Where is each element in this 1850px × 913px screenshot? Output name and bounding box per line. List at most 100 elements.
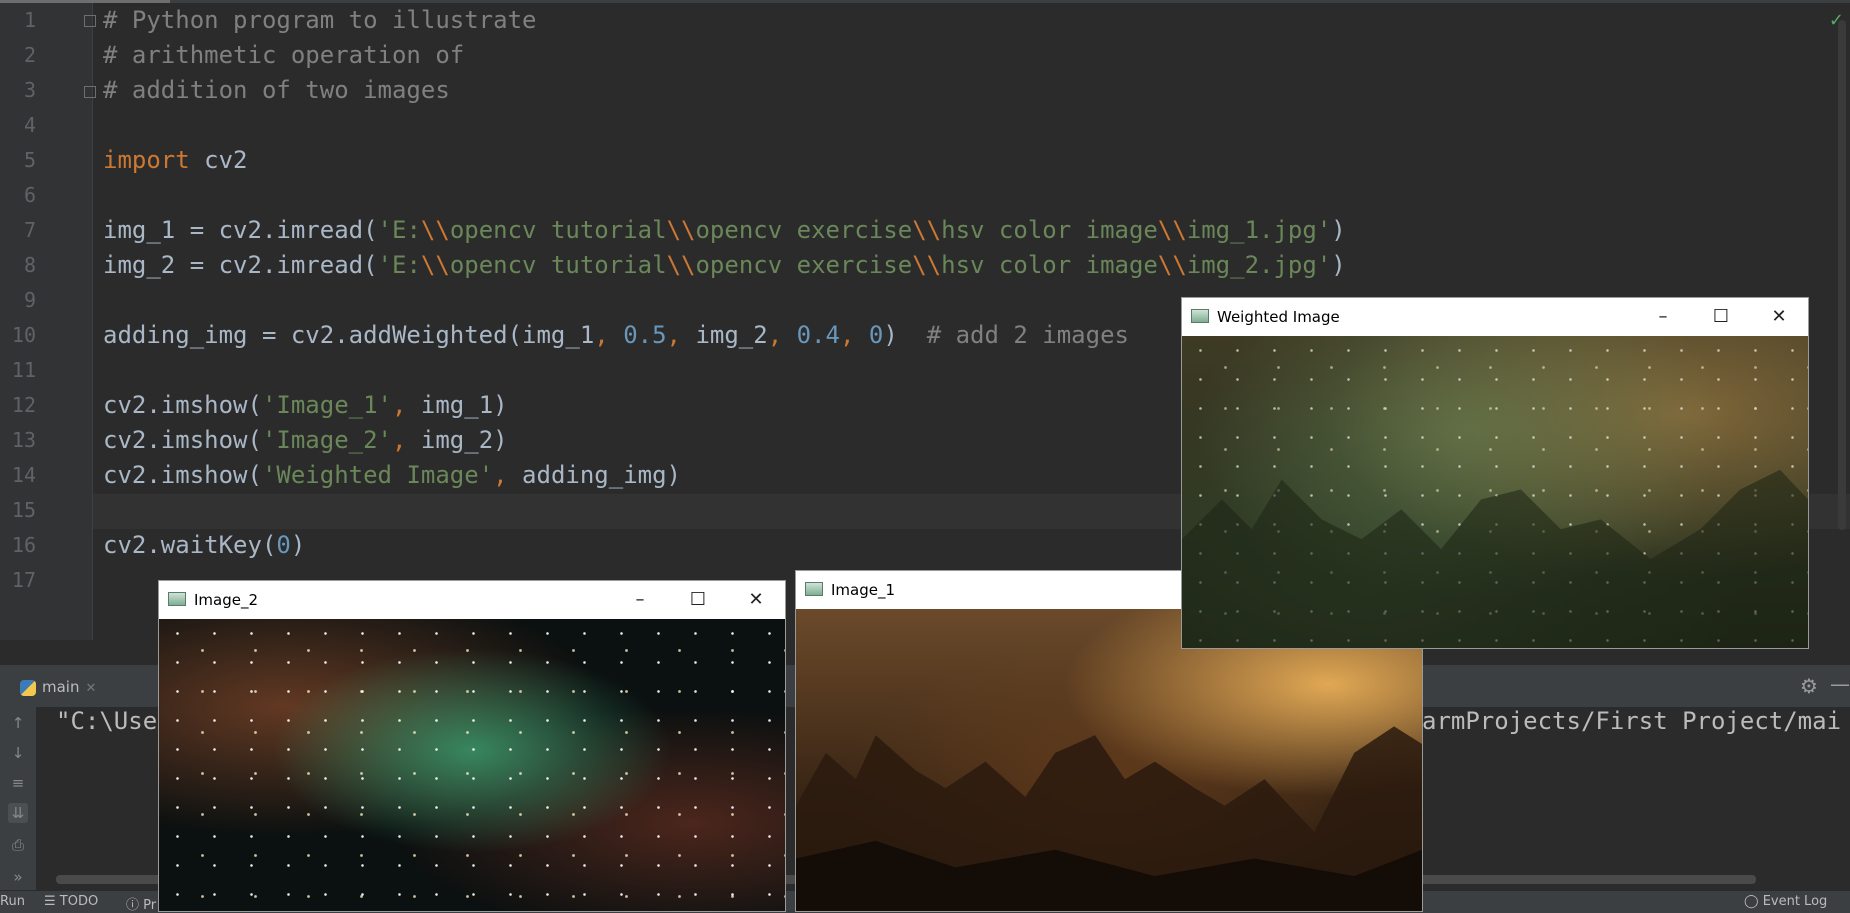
line-number: 16 [11,533,36,557]
maximize-button[interactable]: ☐ [669,581,727,619]
status-problems-tab[interactable]: ⓘ Pr [126,894,156,913]
run-config-tab[interactable]: main ✕ [20,672,96,702]
code-text: img_1 = cv2.imread( [103,216,378,244]
code-number: 0 [868,321,884,349]
code-line[interactable]: img_2 = cv2.imread('E:\\opencv tutorial\… [103,248,1346,283]
image-2-window[interactable]: Image_2 – ☐ ✕ [158,580,786,912]
editor-vertical-scrollbar[interactable] [1838,20,1846,530]
code-text: img_2) [420,426,508,454]
run-output-text-tail: armProjects/First Project/mai [1422,707,1842,735]
line-number: 2 [23,43,36,67]
code-string: opencv tutorial [449,251,667,279]
ruins-silhouette [796,726,1422,911]
line-number: 4 [23,113,36,137]
starfield [159,619,785,911]
line-number: 6 [23,183,36,207]
gear-icon[interactable]: ⚙ [1800,674,1818,698]
window-title-bar[interactable]: Weighted Image – ☐ ✕ [1182,298,1808,336]
code-line[interactable]: adding_img = cv2.addWeighted(img_1, 0.5,… [103,318,1129,353]
line-number: 9 [23,288,36,312]
code-comment: # addition of two images [103,76,450,104]
line-number: 12 [11,393,36,417]
weighted-image-window[interactable]: Weighted Image – ☐ ✕ [1181,297,1809,649]
maximize-button[interactable]: ☐ [1692,298,1750,336]
window-title: Image_2 [194,591,259,609]
code-line[interactable]: cv2.waitKey(0) [103,528,305,563]
scroll-to-end-icon[interactable]: ⇊ [8,803,28,823]
code-punct: , [767,321,797,349]
python-icon [20,679,36,696]
code-punct: , [839,321,869,349]
code-number: 0.4 [796,321,840,349]
arrow-down-icon[interactable]: ↓ [8,743,28,763]
code-comment: # Python program to illustrate [103,6,537,34]
status-run-tab[interactable]: Run [0,894,25,909]
image-2-canvas [159,619,785,911]
status-todo-tab[interactable]: ☰ TODO [44,894,98,909]
code-punct: , [392,426,421,454]
code-escape: \\ [666,216,696,244]
code-text: img_2 = cv2.imread( [103,251,378,279]
code-escape: \\ [1157,251,1187,279]
status-event-log[interactable]: ◯ Event Log [1744,894,1827,909]
app-icon [805,582,823,596]
code-escape: \\ [1157,216,1187,244]
line-number: 11 [11,358,36,382]
code-line[interactable]: cv2.imshow('Image_1', img_1) [103,388,508,423]
minimize-button[interactable]: – [611,581,669,619]
code-line[interactable]: cv2.imshow('Image_2', img_2) [103,423,508,458]
code-punct: , [392,391,421,419]
code-string: opencv tutorial [449,216,667,244]
status-event-log-label: Event Log [1762,894,1828,909]
line-number: 5 [23,148,36,172]
window-title-bar[interactable]: Image_2 – ☐ ✕ [159,581,785,619]
hide-panel-icon[interactable]: — [1830,672,1850,696]
info-icon: ⓘ [126,898,144,913]
line-number: 7 [23,218,36,242]
code-string: 'Image_1' [261,391,392,419]
gutter-divider [92,3,93,640]
run-config-tab-label: main [42,678,80,696]
code-string: 'E: [377,216,421,244]
close-tab-icon[interactable]: ✕ [85,681,96,696]
code-text: ) [883,321,927,349]
code-string: hsv color image [941,216,1158,244]
minimize-button[interactable]: – [1634,298,1692,336]
code-text: ) [1331,216,1346,244]
line-number: 15 [11,498,36,522]
fold-end-icon[interactable] [84,86,96,98]
code-keyword: import [103,146,190,174]
window-title: Weighted Image [1217,308,1340,326]
code-string: img_1.jpg' [1186,216,1332,244]
code-line[interactable]: cv2.imshow('Weighted Image', adding_img) [103,458,681,493]
fold-start-icon[interactable] [84,15,96,27]
code-comment: # add 2 images [926,321,1129,349]
code-string: 'E: [377,251,421,279]
code-number: 0.5 [623,321,667,349]
soft-wrap-icon[interactable]: ≡ [8,773,28,793]
code-string: 'Image_2' [261,426,392,454]
code-line[interactable]: # arithmetic operation of [103,38,464,73]
line-number: 10 [11,323,36,347]
line-number: 17 [11,568,36,592]
arrow-up-icon[interactable]: ↑ [8,713,28,733]
run-toolbar: ↑ ↓ ≡ ⇊ ⎙ » [0,707,36,890]
more-icon[interactable]: » [8,867,28,887]
code-line[interactable]: # addition of two images [103,73,450,108]
code-line[interactable]: img_1 = cv2.imread('E:\\opencv tutorial\… [103,213,1346,248]
print-icon[interactable]: ⎙ [8,835,28,855]
event-log-icon: ◯ [1744,894,1763,909]
close-button[interactable]: ✕ [1750,298,1808,336]
code-text: ) [290,531,306,559]
image-1-canvas [796,609,1422,911]
close-button[interactable]: ✕ [727,581,785,619]
app-icon [1191,309,1209,323]
line-number: 1 [23,8,36,32]
code-punct: , [594,321,624,349]
code-string: 'Weighted Image' [261,461,494,489]
code-line[interactable]: import cv2 [103,143,248,178]
code-line[interactable]: # Python program to illustrate [103,3,536,38]
app-icon [168,592,186,606]
code-string: opencv exercise [695,216,913,244]
code-text: cv2 [189,146,248,174]
